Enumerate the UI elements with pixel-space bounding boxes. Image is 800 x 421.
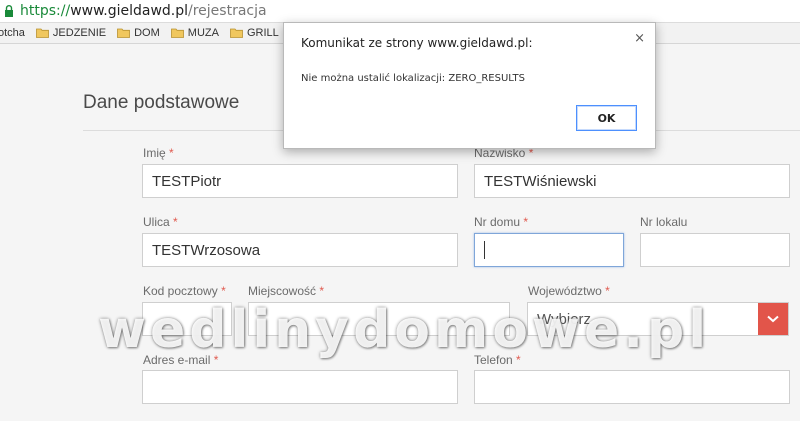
bookmark-dom[interactable]: DOM <box>117 27 160 39</box>
nr-domu-label: Nr domu * <box>474 215 529 229</box>
bookmark-grill[interactable]: GRILL <box>230 27 279 39</box>
required-mark: * <box>516 353 521 367</box>
bookmark-jedzenie[interactable]: JEDZENIE <box>36 27 106 39</box>
miejscowosc-input[interactable] <box>248 302 510 336</box>
kod-input[interactable] <box>142 302 232 336</box>
nr-lokalu-input[interactable] <box>640 233 790 267</box>
chevron-down-icon <box>767 315 779 323</box>
miejscowosc-label: Miejscowość * <box>248 284 325 298</box>
required-mark: * <box>605 284 610 298</box>
folder-icon <box>117 28 131 38</box>
section-title: Dane podstawowe <box>83 92 240 113</box>
url-protocol: https:// <box>20 3 71 19</box>
folder-icon <box>230 28 243 38</box>
url-host: www.gieldawd.pl <box>70 3 189 19</box>
folder-icon <box>36 28 49 38</box>
address-bar[interactable]: https:// www.gieldawd.pl /rejestracja <box>0 0 800 23</box>
required-mark: * <box>213 353 219 367</box>
close-icon[interactable]: × <box>634 31 645 46</box>
ok-button[interactable]: OK <box>576 105 637 131</box>
bookmark-muza[interactable]: MUZA <box>170 27 219 39</box>
email-input[interactable] <box>142 370 458 404</box>
bookmark-item[interactable]: otcha <box>0 27 25 39</box>
bookmark-label: DOM <box>134 27 160 39</box>
required-mark: * <box>221 284 226 298</box>
folder-icon <box>170 28 184 38</box>
nazwisko-input[interactable]: TESTWiśniewski <box>474 164 790 198</box>
ulica-label: Ulica * <box>143 215 178 229</box>
required-mark: * <box>169 146 174 160</box>
wojewodztwo-select[interactable]: Wybierz <box>527 302 789 336</box>
bookmark-label: GRILL <box>246 27 279 39</box>
imie-input[interactable]: TESTPiotr <box>142 164 458 198</box>
ulica-input[interactable]: TESTWrzosowa <box>142 233 458 267</box>
required-mark: * <box>523 215 529 229</box>
bookmark-label: otcha <box>0 27 25 39</box>
required-mark: * <box>319 284 325 298</box>
lock-icon <box>5 5 13 17</box>
email-label: Adres e-mail * <box>143 353 219 367</box>
bookmark-label: MUZA <box>187 27 219 39</box>
dialog-title: Komunikat ze strony www.gieldawd.pl: <box>301 36 533 50</box>
url-path: /rejestracja <box>188 3 267 19</box>
bookmark-label: JEDZENIE <box>52 27 107 39</box>
telefon-input[interactable] <box>474 370 790 404</box>
required-mark: * <box>173 215 178 229</box>
nr-domu-input[interactable] <box>474 233 624 267</box>
select-toggle-button[interactable] <box>758 303 788 335</box>
kod-label: Kod pocztowy * <box>143 284 226 298</box>
wojewodztwo-label: Województwo * <box>528 284 610 298</box>
telefon-label: Telefon * <box>474 353 521 367</box>
imie-label: Imię * <box>143 146 174 160</box>
nr-lokalu-label: Nr lokalu <box>640 215 688 229</box>
text-caret <box>484 241 485 259</box>
alert-dialog: Komunikat ze strony www.gieldawd.pl: × N… <box>283 22 656 149</box>
dialog-message: Nie można ustalić lokalizacji: ZERO_RESU… <box>301 73 525 84</box>
